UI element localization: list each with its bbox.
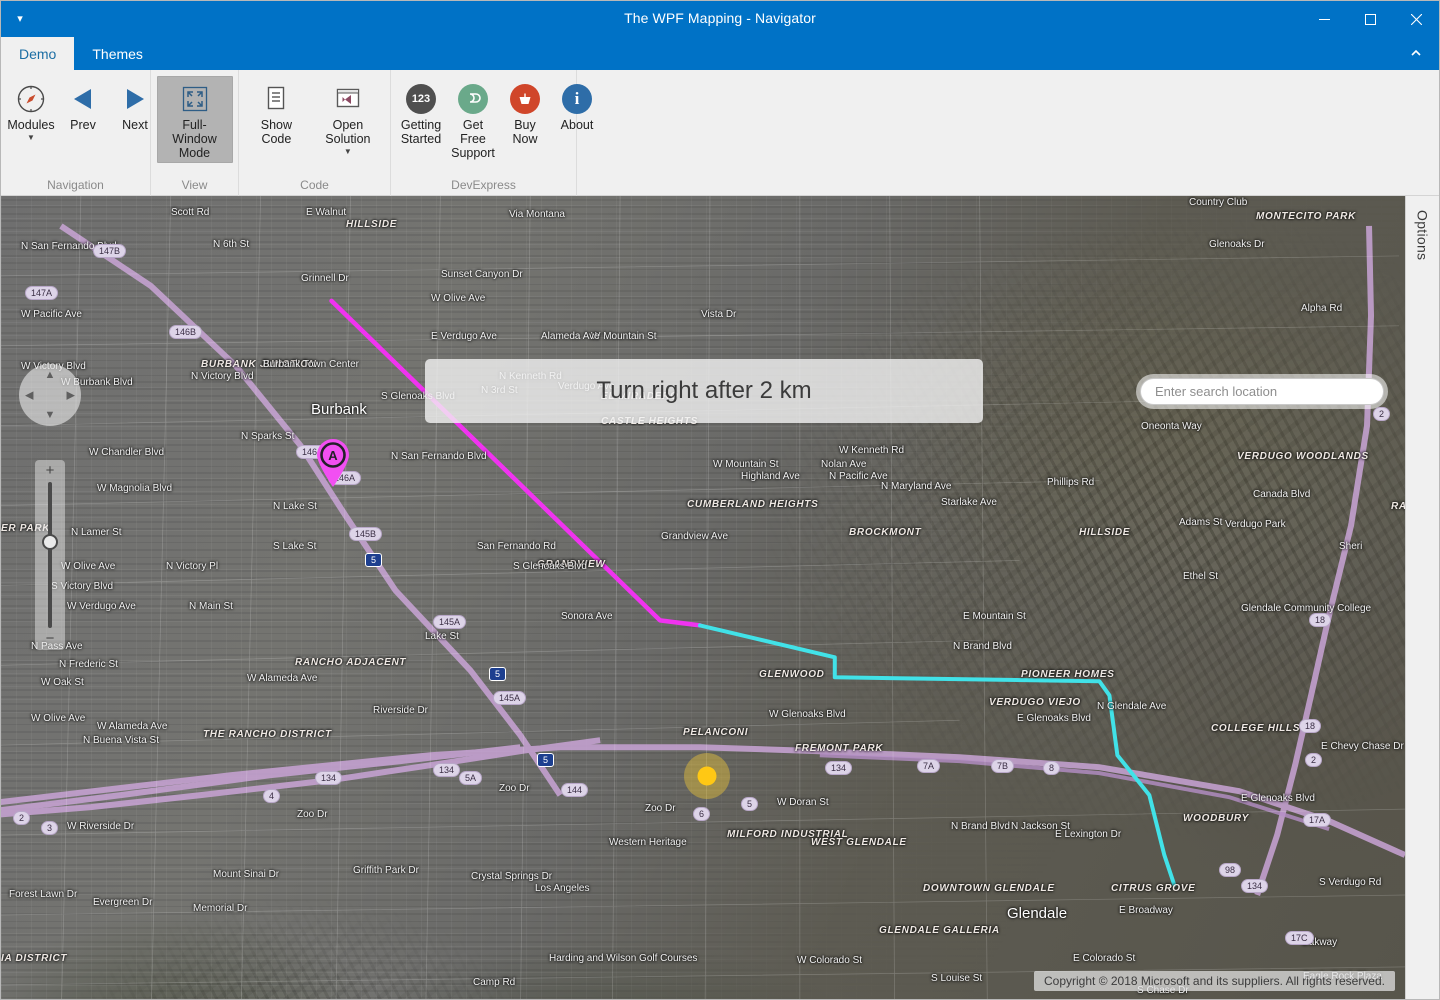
modules-button[interactable]: Modules ▼ bbox=[5, 76, 57, 145]
ribbon-group-view: Full-Window Mode View bbox=[151, 70, 239, 196]
tab-themes[interactable]: Themes bbox=[74, 37, 161, 70]
prev-button[interactable]: Prev bbox=[57, 76, 109, 135]
zoom-slider-track[interactable] bbox=[48, 482, 52, 628]
ribbon-group-label-view: View bbox=[181, 178, 208, 192]
visual-studio-icon bbox=[334, 80, 362, 118]
close-icon[interactable] bbox=[1393, 1, 1439, 37]
map-area: Country Club MONTECITO PARK HILLSIDE E Waln… bbox=[1, 196, 1439, 999]
svg-text:A: A bbox=[328, 448, 338, 463]
full-window-mode-label: Full-Window Mode bbox=[172, 118, 217, 160]
zoom-in-button[interactable]: + bbox=[46, 463, 55, 478]
map-vector-layer bbox=[1, 196, 1405, 999]
pan-right-icon[interactable]: ▶ bbox=[67, 389, 75, 402]
options-tab[interactable]: Options bbox=[1415, 210, 1431, 260]
window-controls bbox=[1301, 1, 1439, 37]
show-code-label: Show Code bbox=[260, 118, 293, 146]
window-title: The WPF Mapping - Navigator bbox=[624, 10, 816, 26]
modules-label: Modules bbox=[7, 118, 55, 132]
chevron-down-icon[interactable]: ▼ bbox=[344, 147, 352, 156]
open-solution-label: Open Solution bbox=[325, 118, 371, 146]
buy-now-label: Buy Now bbox=[512, 118, 538, 146]
ribbon-group-label-code: Code bbox=[300, 178, 329, 192]
map-copyright: Copyright © 2018 Microsoft and its suppl… bbox=[1034, 971, 1395, 991]
ribbon-group-navigation: Modules ▼ Prev Next Navigation bbox=[1, 70, 151, 196]
tab-demo[interactable]: Demo bbox=[1, 37, 75, 70]
ribbon-group-label-navigation: Navigation bbox=[47, 178, 104, 192]
search-input[interactable] bbox=[1140, 378, 1384, 405]
document-icon bbox=[263, 80, 289, 118]
support-icon bbox=[458, 80, 488, 118]
pan-left-icon[interactable]: ◀ bbox=[25, 389, 33, 402]
get-free-support-label: Get Free Support bbox=[451, 118, 495, 160]
route-marker-a[interactable]: A bbox=[312, 436, 354, 493]
next-label: Next bbox=[122, 118, 148, 132]
getting-started-label: Getting Started bbox=[400, 118, 442, 146]
zoom-slider[interactable]: + − bbox=[35, 460, 65, 650]
zoom-slider-thumb[interactable] bbox=[42, 534, 58, 550]
pan-up-icon[interactable]: ▲ bbox=[45, 369, 56, 381]
vehicle-position-marker bbox=[683, 752, 731, 805]
prev-label: Prev bbox=[70, 118, 96, 132]
chevron-up-icon[interactable] bbox=[1403, 43, 1429, 63]
numbers-123-icon: 123 bbox=[406, 80, 436, 118]
arrow-left-icon bbox=[69, 80, 97, 118]
maximize-icon[interactable] bbox=[1347, 1, 1393, 37]
chevron-down-icon[interactable]: ▼ bbox=[27, 133, 35, 142]
get-free-support-button[interactable]: Get Free Support bbox=[447, 76, 499, 163]
minimize-icon[interactable] bbox=[1301, 1, 1347, 37]
map-canvas[interactable]: Country Club MONTECITO PARK HILLSIDE E Waln… bbox=[1, 196, 1405, 999]
ribbon-group-code: Show Code Open Solution ▼ Code bbox=[239, 70, 391, 196]
getting-started-button[interactable]: 123 Getting Started bbox=[395, 76, 447, 149]
shopping-basket-icon bbox=[510, 80, 540, 118]
full-window-mode-button[interactable]: Full-Window Mode bbox=[156, 76, 233, 163]
ribbon-tabs: Demo Themes bbox=[1, 37, 1439, 70]
arrow-right-icon bbox=[121, 80, 149, 118]
title-bar: ▾ The WPF Mapping - Navigator bbox=[1, 1, 1439, 37]
app-window: ▾ The WPF Mapping - Navigator Demo Theme… bbox=[0, 0, 1440, 1000]
ribbon: Modules ▼ Prev Next Navigation Full-Wind… bbox=[1, 70, 1439, 196]
street-grid bbox=[1, 196, 1405, 999]
pan-down-icon[interactable]: ▼ bbox=[45, 409, 56, 421]
zoom-out-button[interactable]: − bbox=[46, 631, 55, 646]
navigation-instruction-text: Turn right after 2 km bbox=[596, 377, 812, 404]
pan-control[interactable]: ▲ ▼ ◀ ▶ bbox=[19, 364, 81, 426]
navigation-instruction-banner: Turn right after 2 km bbox=[425, 359, 983, 423]
expand-icon bbox=[181, 80, 209, 118]
buy-now-button[interactable]: Buy Now bbox=[499, 76, 551, 149]
compass-icon bbox=[16, 80, 46, 118]
ribbon-group-label-devexpress: DevExpress bbox=[451, 178, 516, 192]
ribbon-filler bbox=[577, 70, 1439, 196]
options-panel: Options bbox=[1405, 196, 1439, 999]
open-solution-button[interactable]: Open Solution ▼ bbox=[310, 76, 386, 159]
show-code-button[interactable]: Show Code bbox=[243, 76, 310, 149]
ribbon-group-devexpress: 123 Getting Started Get Free Support Buy… bbox=[391, 70, 593, 196]
